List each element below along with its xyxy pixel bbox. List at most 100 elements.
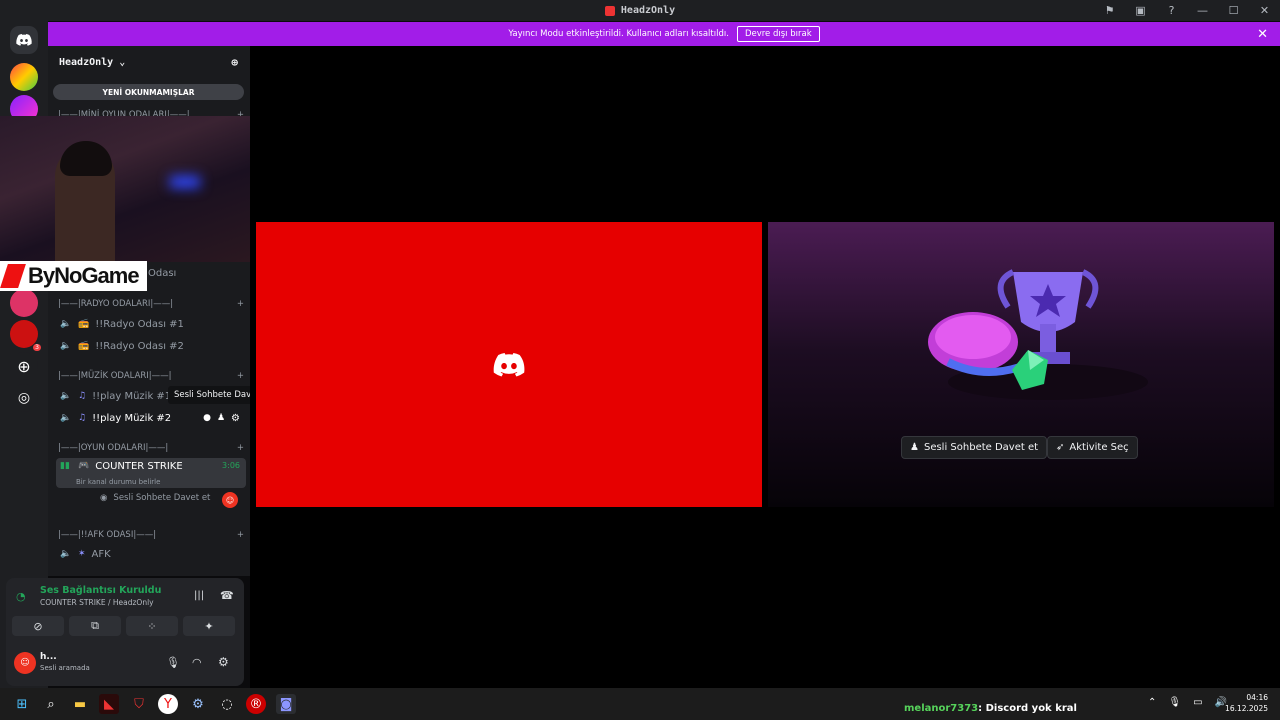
radio-icon: 📻 — [78, 341, 90, 351]
channel-label: !!Radyo Odası #1 — [95, 318, 184, 330]
speaker-icon: 🔈 — [60, 413, 72, 423]
app-icon — [604, 5, 615, 16]
bynogame-logo: ByNoGame — [0, 261, 147, 291]
channel-label: COUNTER STRIKE — [95, 461, 183, 472]
choose-activity-button[interactable]: ➶ Aktivite Seç — [1047, 436, 1138, 459]
chat-nick: melanor7373 — [904, 703, 979, 714]
video-tile[interactable] — [256, 222, 762, 507]
inbox-icon[interactable]: ▣ — [1125, 4, 1156, 17]
discord-taskbar-icon[interactable]: ◙ — [276, 694, 296, 714]
add-user-icon: ♟ — [910, 442, 919, 453]
streamer-hair — [60, 141, 112, 176]
add-user-icon: ◉ — [100, 493, 108, 503]
channel-radyo-1[interactable]: 🔈 📻 !!Radyo Odası #1 — [56, 314, 246, 334]
search-icon[interactable]: ⌕ — [41, 694, 61, 714]
category-muzik[interactable]: |——|MÜZİK ODALARI|——| + — [58, 371, 244, 381]
window-title-text: HeadzOnly — [620, 5, 676, 16]
category-oyun[interactable]: |——|OYUN ODALARI|——| + — [58, 443, 244, 453]
close-icon[interactable]: ✕ — [1257, 27, 1268, 42]
shield-icon[interactable]: ⛉ — [129, 694, 149, 714]
voice-active-icon: ▮▮ — [60, 461, 70, 471]
flag-icon[interactable]: ⚑ — [1094, 4, 1125, 17]
category-label: |——|!!AFK ODASI|——| — [58, 530, 157, 540]
signal-icon[interactable]: ◔ — [16, 590, 26, 603]
speaker-icon: 🔈 — [60, 341, 72, 351]
display-icon[interactable]: ▭ — [1193, 697, 1202, 708]
maximize-button[interactable]: ☐ — [1218, 4, 1249, 17]
soundboard-button[interactable]: ✦ — [183, 616, 235, 636]
minimize-button[interactable]: — — [1187, 4, 1218, 17]
yandex-browser-icon[interactable]: Y — [158, 694, 178, 714]
camera-off-button[interactable]: ⊘ — [12, 616, 64, 636]
category-afk[interactable]: |——|!!AFK ODASI|——| + — [58, 530, 244, 540]
microphone-icon[interactable]: 🎙 — [166, 656, 180, 669]
headphones-icon[interactable]: ◠ — [192, 656, 202, 669]
chat-icon[interactable]: ● — [203, 413, 211, 423]
voice-connection-panel: ◔ Ses Bağlantısı Kuruldu COUNTER STRIKE … — [6, 578, 244, 686]
help-icon[interactable]: ? — [1156, 4, 1187, 17]
channel-label: !!play Müzik #1 — [92, 390, 172, 402]
disable-streamer-mode-button[interactable]: Devre dışı bırak — [736, 26, 820, 42]
user-status: Sesli aramada — [40, 664, 90, 672]
category-label: |——|MÜZİK ODALARI|——| — [58, 371, 172, 381]
discord-home-icon[interactable] — [10, 26, 38, 54]
steam-icon[interactable]: ⚙ — [188, 694, 208, 714]
invite-icon[interactable]: ♟ — [217, 413, 225, 423]
microphone-tray-icon[interactable]: 🎙 — [1168, 697, 1181, 708]
channel-counter-strike[interactable]: ▮▮ 🎮 COUNTER STRIKE 3:06 Bir kanal durum… — [56, 458, 246, 488]
new-unreads-pill[interactable]: YENİ OKUNMAMIŞLAR — [53, 84, 244, 100]
bynogame-mark — [0, 264, 26, 288]
disconnect-icon[interactable]: ☎ — [220, 589, 234, 602]
system-clock[interactable]: 04:16 16.12.2025 — [1225, 692, 1268, 714]
user-avatar-icon[interactable]: ☺ — [222, 492, 238, 508]
category-radyo[interactable]: |——|RADYO ODALARI|——| + — [58, 299, 244, 309]
voice-status[interactable]: Ses Bağlantısı Kuruldu — [40, 585, 161, 596]
channel-label: !!Radyo Odası #2 — [95, 340, 184, 352]
add-server-icon[interactable]: ⊕ — [10, 352, 38, 380]
app-icon-circle[interactable]: ◌ — [217, 694, 237, 714]
music-icon: ♫ — [78, 391, 87, 401]
channel-status[interactable]: Bir kanal durumu belirle — [60, 478, 246, 486]
voice-channel[interactable]: COUNTER STRIKE / HeadzOnly — [40, 598, 154, 607]
clock-date: 16.12.2025 — [1225, 704, 1268, 713]
webcam-overlay — [0, 116, 256, 262]
chevron-up-icon[interactable]: ⌃ — [1148, 697, 1156, 708]
user-name[interactable]: h... — [40, 652, 57, 662]
channel-radyo-2[interactable]: 🔈 📻 !!Radyo Odası #2 — [56, 336, 246, 356]
app-icon-rockstar[interactable]: ® — [246, 694, 266, 714]
speaker-icon: 🔈 — [60, 391, 72, 401]
category-label: |——|OYUN ODALARI|——| — [58, 443, 169, 453]
channel-partial-label: Odası — [148, 268, 177, 279]
rocket-icon: ➶ — [1056, 442, 1065, 453]
avatar[interactable]: ☺ — [14, 652, 36, 674]
server-header[interactable]: HeadzOnly ⌄ ⊕ — [48, 46, 250, 78]
close-window-button[interactable]: ✕ — [1249, 4, 1280, 17]
window-titlebar: HeadzOnly ⚑ ▣ ? — ☐ ✕ — [0, 0, 1280, 21]
speaker-icon: 🔈 — [60, 549, 72, 559]
server-icon-4[interactable]: 3 — [10, 320, 41, 351]
streamer-mode-banner: Yayıncı Modu etkinleştirildi. Kullanıcı … — [48, 22, 1280, 46]
settings-gear-icon[interactable]: ⚙ — [218, 655, 229, 669]
server-icon-1[interactable] — [10, 63, 38, 91]
app-icon-red[interactable]: ◣ — [99, 694, 119, 714]
trophy-illustration — [928, 269, 1148, 400]
windows-start-icon[interactable]: ⊞ — [12, 694, 32, 714]
background-light — [170, 176, 200, 188]
channel-muzik-2[interactable]: 🔈 ♫ !!play Müzik #2 ● ♟ ⚙ — [56, 408, 246, 428]
category-label: |——|RADYO ODALARI|——| — [58, 299, 174, 309]
chat-overlay: melanor7373: Discord yok kral — [904, 703, 1077, 714]
noise-suppression-icon[interactable]: ||| — [194, 590, 204, 601]
server-icon-3[interactable] — [10, 289, 38, 317]
invite-to-voice-button[interactable]: ♟ Sesli Sohbete Davet et — [901, 436, 1048, 459]
screen-share-button[interactable]: ⧉ — [69, 616, 121, 636]
chat-message: : Discord yok kral — [978, 703, 1077, 714]
unread-badge: 3 — [33, 344, 41, 351]
discover-icon[interactable]: ◎ — [10, 384, 38, 412]
add-member-icon[interactable]: ⊕ — [231, 56, 238, 69]
channel-afk[interactable]: 🔈 ✶ AFK — [56, 544, 246, 564]
bynogame-text: ByNoGame — [28, 263, 140, 288]
gear-icon[interactable]: ⚙ — [231, 413, 240, 424]
activities-button[interactable]: ⁘ — [126, 616, 178, 636]
window-title: HeadzOnly — [604, 5, 676, 16]
file-explorer-icon[interactable]: ▬ — [70, 694, 90, 714]
